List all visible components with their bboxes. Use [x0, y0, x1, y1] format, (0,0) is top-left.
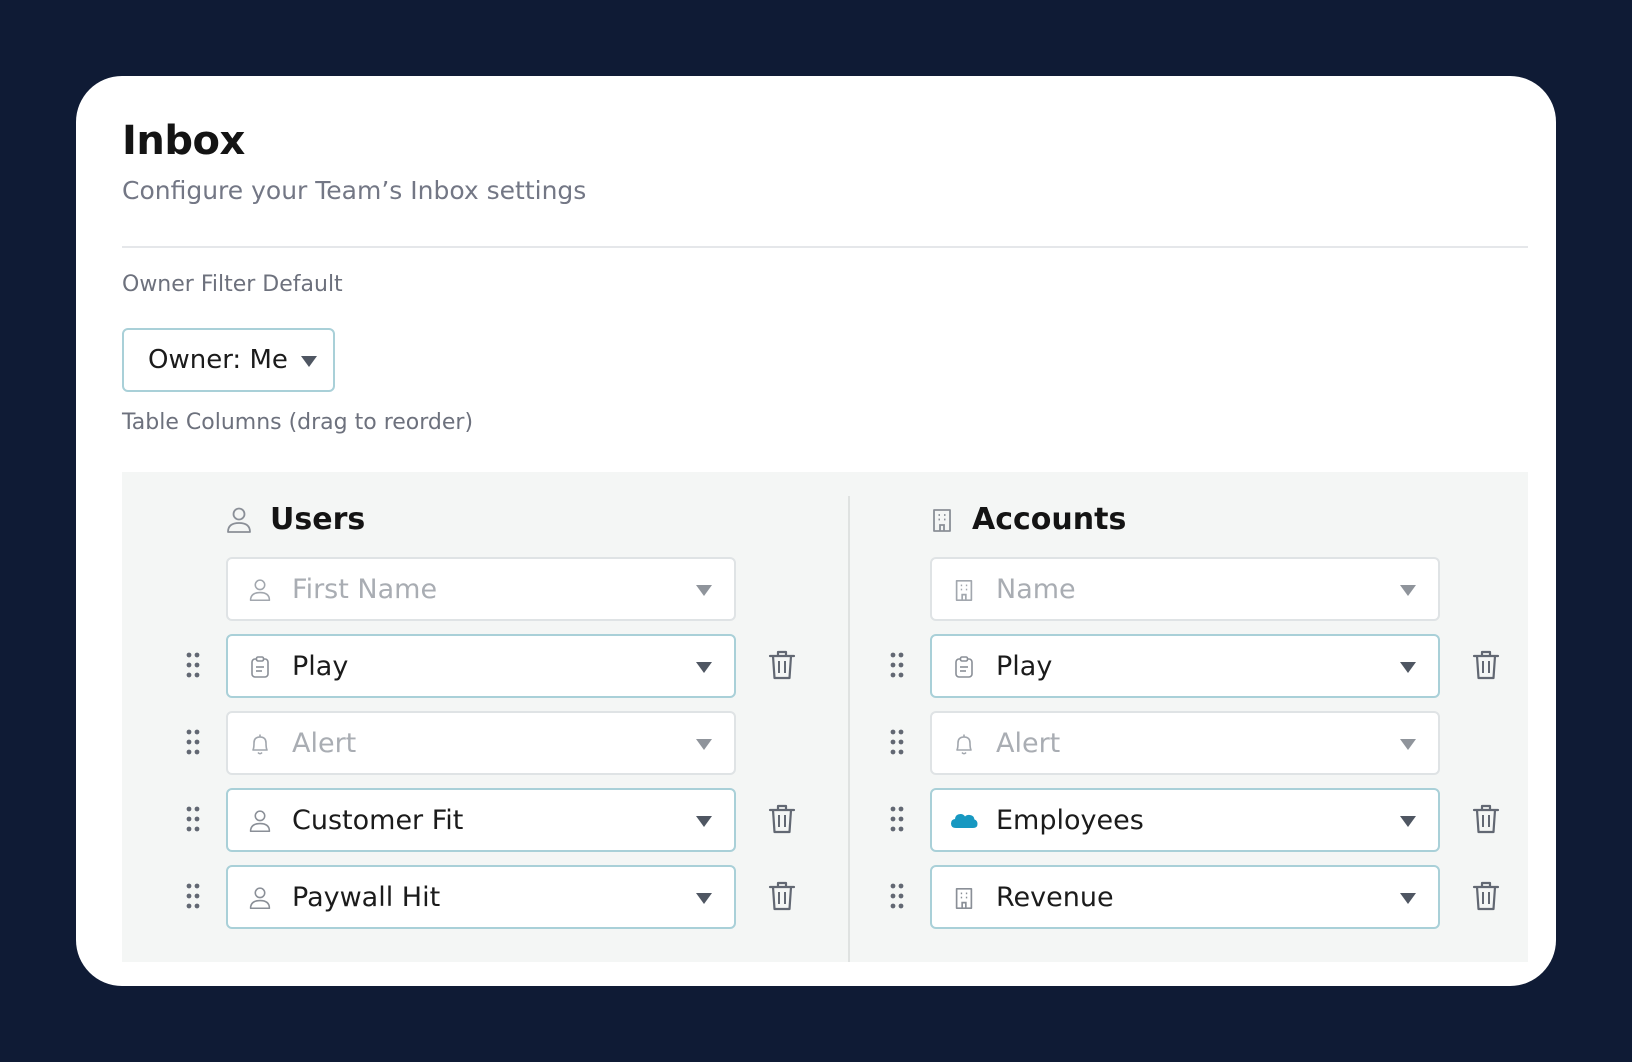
accounts-column-select-employees[interactable]: Employees	[930, 788, 1440, 852]
accounts-row-alert: Alert	[826, 711, 1526, 775]
users-column: Users First Name Play Alert Customer Fit…	[122, 472, 822, 962]
divider	[122, 246, 1528, 248]
chevron-down-icon	[1400, 816, 1416, 827]
page-subtitle: Configure your Team’s Inbox settings	[122, 176, 587, 205]
chevron-down-icon	[1400, 585, 1416, 596]
field-label: First Name	[292, 574, 438, 605]
inbox-settings-card: Inbox Configure your Team’s Inbox settin…	[76, 76, 1556, 986]
trash-icon[interactable]	[1472, 649, 1500, 681]
table-columns-panel: Users First Name Play Alert Customer Fit…	[122, 472, 1528, 962]
building-icon	[955, 887, 973, 909]
salesforce-cloud-icon	[951, 814, 978, 828]
drag-handle-icon[interactable]	[186, 729, 200, 755]
accounts-heading: Accounts	[972, 502, 1127, 537]
drag-handle-icon[interactable]	[890, 652, 904, 678]
accounts-row-revenue: Revenue	[826, 865, 1526, 929]
field-label: Employees	[996, 805, 1144, 836]
field-label: Alert	[292, 728, 357, 759]
accounts-column-select-play[interactable]: Play	[930, 634, 1440, 698]
owner-filter-value: Owner: Me	[148, 345, 288, 375]
field-label: Play	[292, 651, 349, 682]
users-row-paywall-hit: Paywall Hit	[122, 865, 822, 929]
accounts-row-name: Name	[826, 557, 1526, 621]
chevron-down-icon	[696, 816, 712, 827]
chevron-down-icon	[1400, 662, 1416, 673]
person-icon	[227, 507, 251, 533]
users-column-select-customer-fit[interactable]: Customer Fit	[226, 788, 736, 852]
users-column-select-alert[interactable]: Alert	[226, 711, 736, 775]
trash-icon[interactable]	[768, 803, 796, 835]
person-icon	[249, 887, 271, 910]
trash-icon[interactable]	[1472, 880, 1500, 912]
owner-filter-label: Owner Filter Default	[122, 272, 343, 297]
bell-icon	[252, 734, 268, 755]
field-label: Customer Fit	[292, 805, 464, 836]
users-column-select-paywall-hit[interactable]: Paywall Hit	[226, 865, 736, 929]
field-label: Paywall Hit	[292, 882, 441, 913]
users-row-customer-fit: Customer Fit	[122, 788, 822, 852]
accounts-row-play: Play	[826, 634, 1526, 698]
chevron-down-icon	[696, 893, 712, 904]
chevron-down-icon	[1400, 739, 1416, 750]
chevron-down-icon	[696, 662, 712, 673]
users-column-select-first-name[interactable]: First Name	[226, 557, 736, 621]
clipboard-icon	[955, 656, 973, 678]
users-column-select-play[interactable]: Play	[226, 634, 736, 698]
drag-handle-icon[interactable]	[186, 652, 200, 678]
users-header: Users	[226, 502, 365, 537]
accounts-header: Accounts	[930, 502, 1126, 537]
owner-filter-select[interactable]: Owner: Me	[122, 328, 335, 392]
drag-handle-icon[interactable]	[186, 806, 200, 832]
accounts-column-select-name[interactable]: Name	[930, 557, 1440, 621]
accounts-column-select-revenue[interactable]: Revenue	[930, 865, 1440, 929]
bell-icon	[956, 734, 972, 755]
users-row-first-name: First Name	[122, 557, 822, 621]
person-icon	[249, 810, 271, 833]
field-label: Alert	[996, 728, 1061, 759]
table-columns-label: Table Columns (drag to reorder)	[122, 410, 474, 435]
users-row-alert: Alert	[122, 711, 822, 775]
chevron-down-icon	[301, 356, 317, 367]
users-heading: Users	[270, 502, 366, 537]
trash-icon[interactable]	[768, 880, 796, 912]
trash-icon[interactable]	[768, 649, 796, 681]
chevron-down-icon	[696, 585, 712, 596]
drag-handle-icon[interactable]	[890, 806, 904, 832]
building-icon	[955, 579, 973, 601]
building-icon	[933, 508, 951, 532]
chevron-down-icon	[1400, 893, 1416, 904]
clipboard-icon	[251, 656, 269, 678]
chevron-down-icon	[696, 739, 712, 750]
trash-icon[interactable]	[1472, 803, 1500, 835]
accounts-row-employees: Employees	[826, 788, 1526, 852]
accounts-column-select-alert[interactable]: Alert	[930, 711, 1440, 775]
users-row-play: Play	[122, 634, 822, 698]
field-label: Play	[996, 651, 1053, 682]
drag-handle-icon[interactable]	[890, 883, 904, 909]
page-title: Inbox	[122, 118, 245, 164]
drag-handle-icon[interactable]	[186, 883, 200, 909]
person-icon	[249, 579, 271, 602]
drag-handle-icon[interactable]	[890, 729, 904, 755]
accounts-column: Accounts Name Play Alert Employees Reven…	[826, 472, 1526, 962]
field-label: Name	[996, 574, 1076, 605]
field-label: Revenue	[996, 882, 1114, 913]
